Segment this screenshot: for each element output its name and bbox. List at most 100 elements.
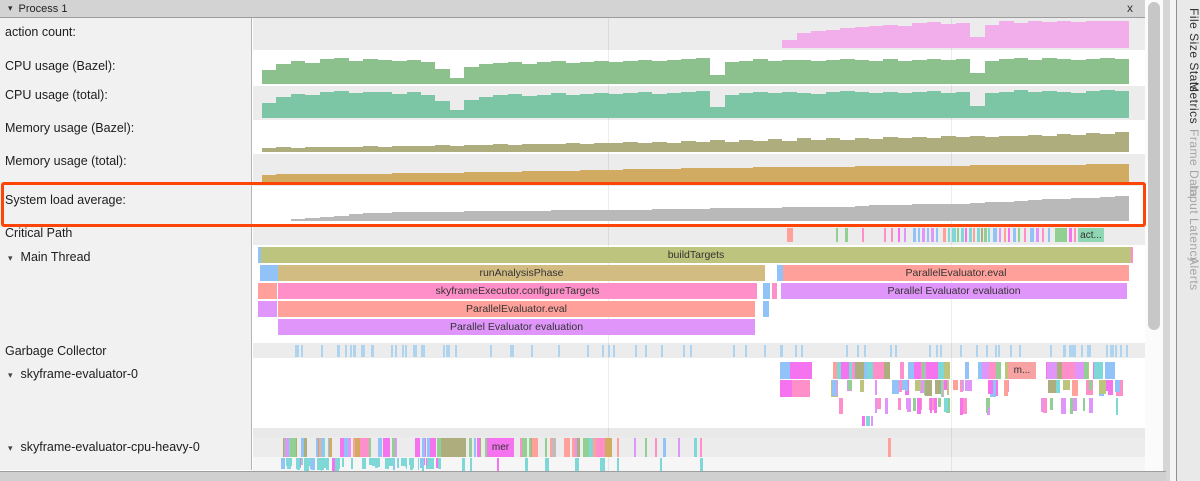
skyframe-evaluator-0-slice[interactable] [875, 380, 878, 395]
collapse-arrow-icon[interactable]: ▾ [8, 253, 13, 263]
flame-bar-parallel-evaluator-evaluation[interactable]: Parallel Evaluator evaluation [278, 319, 755, 335]
flame-bar[interactable] [763, 301, 769, 317]
skyframe-evaluator-0-slice[interactable] [915, 380, 921, 391]
close-icon[interactable]: x [1127, 1, 1133, 15]
flame-bar[interactable] [260, 265, 278, 281]
skyframe-evaluator-cpu-heavy-0-slice[interactable] [281, 458, 285, 469]
track-label-critical-path[interactable]: Critical Path [5, 226, 72, 240]
skyframe-evaluator-cpu-heavy-0-slice[interactable] [660, 458, 662, 471]
skyframe-evaluator-cpu-heavy-0-slice[interactable] [430, 458, 434, 469]
skyframe-evaluator-cpu-heavy-0-slice-labeled[interactable]: mer [487, 438, 514, 457]
skyframe-evaluator-cpu-heavy-0-slice[interactable] [545, 458, 549, 471]
skyframe-evaluator-cpu-heavy-0-slice[interactable] [397, 458, 399, 468]
flame-bar-parallel-evaluator-evaluation[interactable]: Parallel Evaluator evaluation [781, 283, 1127, 299]
skyframe-evaluator-0-slice[interactable] [1115, 380, 1120, 392]
skyframe-evaluator-cpu-heavy-0-slice[interactable] [474, 438, 476, 457]
skyframe-evaluator-0-slice[interactable] [1048, 380, 1056, 393]
flame-bar-skyframeexecutor-configuretargets[interactable]: skyframeExecutor.configureTargets [278, 283, 757, 299]
skyframe-evaluator-0-slice[interactable] [792, 380, 810, 397]
skyframe-evaluator-cpu-heavy-0-slice[interactable] [595, 438, 601, 457]
skyframe-evaluator-cpu-heavy-0-slice[interactable] [390, 458, 394, 466]
skyframe-evaluator-0-slice[interactable] [965, 380, 971, 391]
skyframe-evaluator-0-slice[interactable] [849, 362, 853, 379]
skyframe-evaluator-0-slice[interactable] [1061, 398, 1066, 414]
skyframe-evaluator-0-slice[interactable] [1004, 380, 1008, 396]
skyframe-evaluator-cpu-heavy-0-slice[interactable] [411, 458, 414, 468]
skyframe-evaluator-cpu-heavy-0-slice[interactable] [700, 458, 703, 471]
skyframe-evaluator-cpu-heavy-0-slice[interactable] [324, 458, 325, 467]
tab-input-latency[interactable]: Input Latency [1177, 185, 1200, 264]
flame-bar-runanalysisphase[interactable]: runAnalysisPhase [278, 265, 765, 281]
skyframe-evaluator-0-slice[interactable] [900, 362, 905, 379]
skyframe-evaluator-cpu-heavy-0-slice[interactable] [344, 438, 348, 457]
horizontal-scrollbar[interactable] [0, 471, 1166, 481]
skyframe-evaluator-0-slice[interactable] [862, 416, 865, 426]
skyframe-evaluator-0-slice[interactable] [1083, 398, 1085, 411]
skyframe-evaluator-0-slice[interactable] [934, 398, 937, 413]
tab-alerts[interactable]: Alerts [1177, 257, 1200, 291]
skyframe-evaluator-0-slice[interactable] [892, 380, 899, 394]
skyframe-evaluator-0-slice[interactable] [965, 362, 968, 379]
flame-bar[interactable] [258, 301, 277, 317]
skyframe-evaluator-0-slice[interactable] [1105, 362, 1115, 379]
skyframe-evaluator-cpu-heavy-0-slice[interactable] [322, 438, 324, 457]
skyframe-evaluator-0-slice[interactable] [1047, 362, 1057, 379]
skyframe-evaluator-cpu-heavy-0-slice[interactable] [564, 438, 570, 457]
flame-bar[interactable] [772, 283, 777, 299]
tab-file-size-stats[interactable]: File Size Stats [1177, 8, 1200, 92]
collapse-arrow-icon[interactable]: ▾ [8, 3, 13, 14]
counter-chart-mem_total[interactable] [262, 157, 1130, 183]
flame-bar-parallelevaluator-eval[interactable]: ParallelEvaluator.eval [783, 265, 1129, 281]
skyframe-evaluator-cpu-heavy-0-slice[interactable] [600, 458, 605, 471]
skyframe-evaluator-0-slice[interactable] [953, 380, 959, 390]
collapse-arrow-icon[interactable]: ▾ [8, 443, 13, 453]
track-label-garbage-collector[interactable]: Garbage Collector [5, 344, 106, 358]
skyframe-evaluator-0-slice[interactable] [832, 380, 837, 396]
skyframe-evaluator-cpu-heavy-0-slice[interactable] [329, 438, 333, 457]
skyframe-evaluator-cpu-heavy-0-slice[interactable] [553, 438, 555, 457]
track-label-system-load-average-[interactable]: System load average: [5, 193, 126, 207]
skyframe-evaluator-cpu-heavy-0-slice[interactable] [364, 458, 366, 468]
skyframe-evaluator-0-slice[interactable] [1108, 380, 1112, 395]
skyframe-evaluator-cpu-heavy-0-slice[interactable] [360, 438, 365, 457]
skyframe-evaluator-cpu-heavy-0-slice[interactable] [335, 458, 339, 471]
skyframe-evaluator-cpu-heavy-0-slice[interactable] [694, 438, 697, 457]
skyframe-evaluator-cpu-heavy-0-slice[interactable] [409, 458, 410, 465]
counter-chart-sys_load[interactable] [262, 191, 1130, 221]
skyframe-evaluator-cpu-heavy-0-slice[interactable] [353, 438, 355, 457]
skyframe-evaluator-cpu-heavy-0-slice[interactable] [426, 458, 427, 466]
skyframe-evaluator-0-slice[interactable] [1043, 398, 1047, 413]
vertical-scrollbar-thumb[interactable] [1148, 2, 1160, 330]
skyframe-evaluator-cpu-heavy-0-slice[interactable] [342, 458, 344, 467]
track-label-cpu-usage-bazel-[interactable]: CPU usage (Bazel): [5, 59, 115, 73]
skyframe-evaluator-cpu-heavy-0-slice[interactable] [383, 438, 390, 457]
skyframe-evaluator-cpu-heavy-0-slice[interactable] [311, 458, 315, 470]
skyframe-evaluator-cpu-heavy-0-slice[interactable] [375, 458, 378, 468]
skyframe-evaluator-cpu-heavy-0-slice[interactable] [593, 438, 595, 457]
skyframe-evaluator-cpu-heavy-0-slice[interactable] [290, 438, 296, 457]
skyframe-evaluator-cpu-heavy-0-slice[interactable] [430, 438, 436, 457]
skyframe-evaluator-cpu-heavy-0-slice[interactable] [285, 438, 290, 457]
track-label-memory-usage-total-[interactable]: Memory usage (total): [5, 154, 127, 168]
skyframe-evaluator-cpu-heavy-0-slice[interactable] [532, 438, 538, 457]
skyframe-evaluator-cpu-heavy-0-slice[interactable] [462, 458, 465, 471]
skyframe-evaluator-0-slice[interactable] [988, 380, 993, 394]
skyframe-evaluator-cpu-heavy-0-slice[interactable] [634, 438, 636, 457]
track-label-skyframe-evaluator-0[interactable]: ▾skyframe-evaluator-0 [8, 367, 138, 381]
flame-bar[interactable] [1131, 247, 1133, 263]
skyframe-evaluator-cpu-heavy-0-slice[interactable] [422, 438, 425, 457]
skyframe-evaluator-0-slice[interactable] [860, 380, 864, 392]
counter-chart-mem_bazel[interactable] [262, 126, 1130, 152]
skyframe-evaluator-cpu-heavy-0-slice[interactable] [522, 438, 527, 457]
skyframe-evaluator-0-slice[interactable] [917, 398, 921, 414]
skyframe-evaluator-cpu-heavy-0-slice[interactable] [470, 458, 472, 471]
skyframe-evaluator-0-slice[interactable] [930, 398, 933, 413]
skyframe-evaluator-0-slice[interactable] [780, 380, 792, 397]
skyframe-evaluator-0-slice[interactable] [1116, 398, 1119, 415]
skyframe-evaluator-0-slice[interactable] [1063, 380, 1070, 390]
skyframe-evaluator-0-slice[interactable] [780, 362, 790, 379]
skyframe-evaluator-0-slice[interactable] [960, 380, 962, 392]
skyframe-evaluator-cpu-heavy-0-slice[interactable] [529, 438, 532, 457]
track-label-main-thread[interactable]: ▾Main Thread [8, 250, 90, 264]
skyframe-evaluator-0-slice[interactable] [925, 380, 932, 396]
